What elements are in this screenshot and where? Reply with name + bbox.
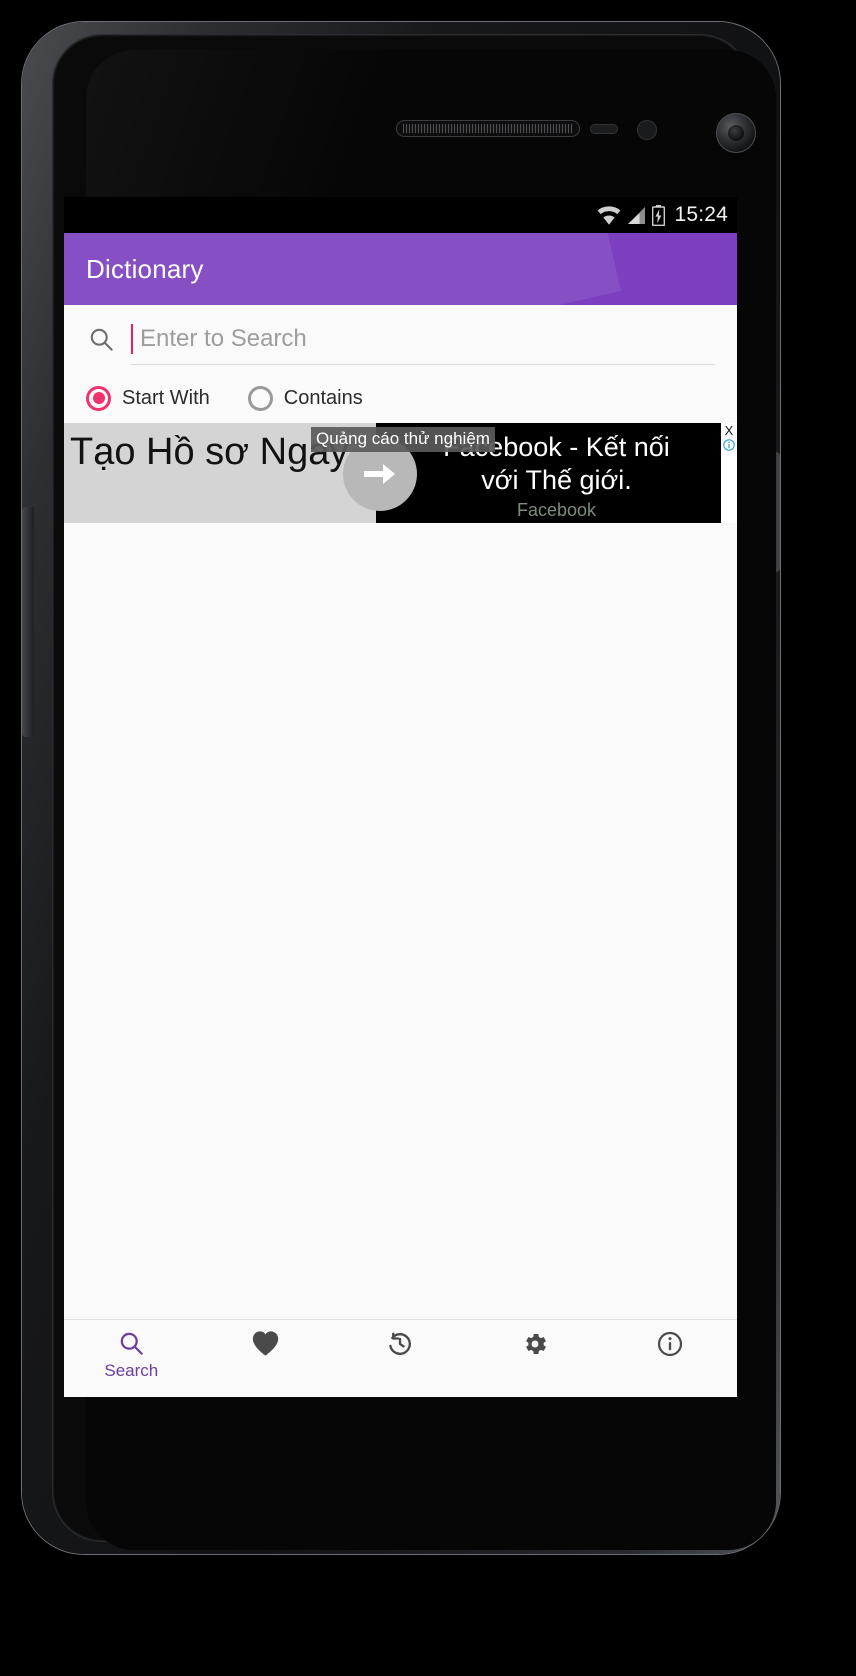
- radio-contains[interactable]: Contains: [247, 385, 363, 411]
- bottom-navigation: Search: [64, 1319, 737, 1397]
- wifi-icon: [598, 205, 621, 224]
- ad-banner[interactable]: Tạo Hồ sơ Ngay Facebook - Kết nối với Th…: [64, 423, 737, 523]
- phone-screen: 15:24 Dictionary Enter to Search Start W…: [64, 197, 737, 1397]
- settings-gear-icon: [526, 1333, 547, 1355]
- text-caret: [131, 323, 133, 354]
- nav-item-search[interactable]: Search: [64, 1330, 199, 1381]
- front-camera-icon: [716, 113, 756, 153]
- radio-start-with-label: Start With: [122, 386, 210, 409]
- radio-dot: [92, 392, 105, 404]
- search-bar[interactable]: Enter to Search: [64, 305, 737, 373]
- ad-test-badge: Quảng cáo thử nghiệm: [311, 427, 495, 452]
- volume-button[interactable]: [22, 507, 34, 737]
- status-bar: 15:24: [64, 197, 737, 233]
- proximity-sensor-icon: [590, 124, 618, 134]
- radio-contains-label: Contains: [283, 386, 363, 409]
- light-sensor-icon: [637, 120, 657, 140]
- battery-charging-icon: [652, 204, 666, 226]
- nav-item-history[interactable]: [333, 1330, 468, 1362]
- screenshot-stage: 15:24 Dictionary Enter to Search Start W…: [0, 0, 856, 1676]
- match-mode-group: Start With Contains: [64, 373, 737, 423]
- radio-start-with[interactable]: Start With: [86, 385, 210, 411]
- search-input-field[interactable]: Enter to Search: [131, 313, 715, 365]
- radio-contains-icon[interactable]: [247, 385, 273, 411]
- nav-item-search-label: Search: [104, 1361, 159, 1380]
- status-bar-clock: 15:24: [674, 203, 728, 226]
- cellular-signal-icon: [628, 206, 646, 224]
- page-title: Dictionary: [86, 253, 204, 284]
- nav-item-settings[interactable]: [468, 1330, 603, 1362]
- speaker-mesh: [403, 124, 573, 133]
- earpiece-speaker-icon: [396, 120, 580, 137]
- search-icon: [120, 1332, 143, 1355]
- info-icon: [657, 1331, 682, 1357]
- radio-start-with-icon[interactable]: [86, 385, 111, 411]
- results-list: [64, 523, 737, 1319]
- ad-title-line2: với Thế giới.: [481, 465, 632, 495]
- action-bar: Dictionary: [64, 233, 737, 305]
- history-icon: [389, 1332, 412, 1355]
- search-icon: [90, 328, 113, 351]
- close-icon[interactable]: X: [725, 424, 734, 437]
- ad-controls[interactable]: X: [721, 423, 737, 523]
- ad-brand: Facebook: [516, 500, 597, 520]
- arrow-right-icon: [364, 464, 395, 484]
- nav-item-favorites[interactable]: [199, 1330, 334, 1361]
- heart-icon: [253, 1331, 279, 1356]
- search-input-placeholder: Enter to Search: [140, 324, 307, 352]
- ad-info-icon[interactable]: [723, 439, 735, 451]
- nav-item-about[interactable]: [602, 1330, 737, 1362]
